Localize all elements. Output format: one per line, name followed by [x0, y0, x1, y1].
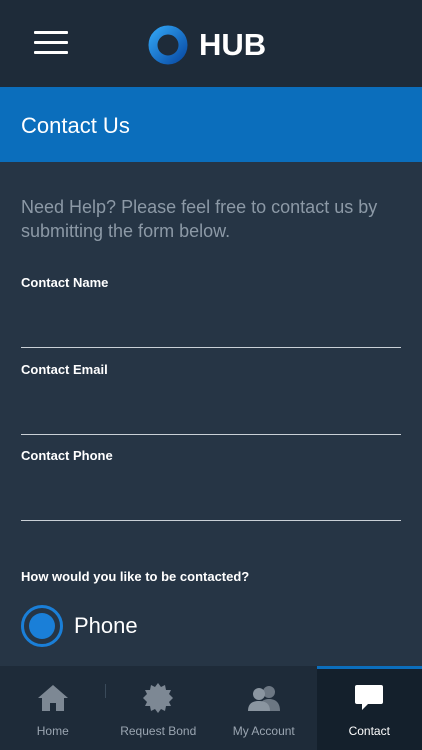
tab-label: Contact [348, 724, 390, 738]
tab-contact[interactable]: Contact [316, 666, 422, 750]
menu-line [34, 41, 68, 44]
bottom-tab-bar: Home Request Bond My Account Contact [0, 666, 422, 750]
hub-ring-logo-icon [148, 25, 188, 65]
menu-line [34, 31, 68, 34]
page-title: Contact Us [21, 113, 130, 138]
radio-selected-icon[interactable] [21, 605, 63, 647]
contact-phone-label: Contact Phone [21, 448, 113, 463]
menu-line [34, 51, 68, 54]
contact-email-input[interactable] [21, 401, 401, 435]
brand-wordmark: HUB [199, 27, 267, 62]
contact-phone-input[interactable] [21, 487, 401, 521]
tab-request-bond[interactable]: Request Bond [106, 666, 212, 750]
top-app-bar: HUB [0, 0, 422, 87]
tab-label: Home [36, 724, 69, 738]
contact-name-label: Contact Name [21, 275, 109, 290]
tab-label: My Account [232, 724, 295, 738]
contact-method-question: How would you like to be contacted? [21, 569, 250, 584]
tab-home[interactable]: Home [0, 666, 106, 750]
hub-logo: HUB [148, 25, 266, 65]
tab-divider [105, 684, 106, 698]
intro-text: Need Help? Please feel free to contact u… [21, 197, 378, 241]
chat-bubble-icon [349, 682, 389, 714]
contact-name-input[interactable] [21, 314, 401, 348]
tab-my-account[interactable]: My Account [211, 666, 317, 750]
radio-dot [29, 613, 55, 639]
tab-label: Request Bond [120, 724, 197, 738]
users-icon [244, 682, 284, 714]
contact-email-label: Contact Email [21, 362, 108, 377]
hamburger-menu-icon[interactable] [34, 31, 68, 55]
home-icon [33, 682, 73, 714]
title-bar: Contact Us [0, 87, 422, 162]
seal-badge-icon [138, 682, 178, 714]
radio-label-phone: Phone [74, 613, 138, 638]
contact-method-phone-option[interactable]: Phone [21, 605, 138, 647]
